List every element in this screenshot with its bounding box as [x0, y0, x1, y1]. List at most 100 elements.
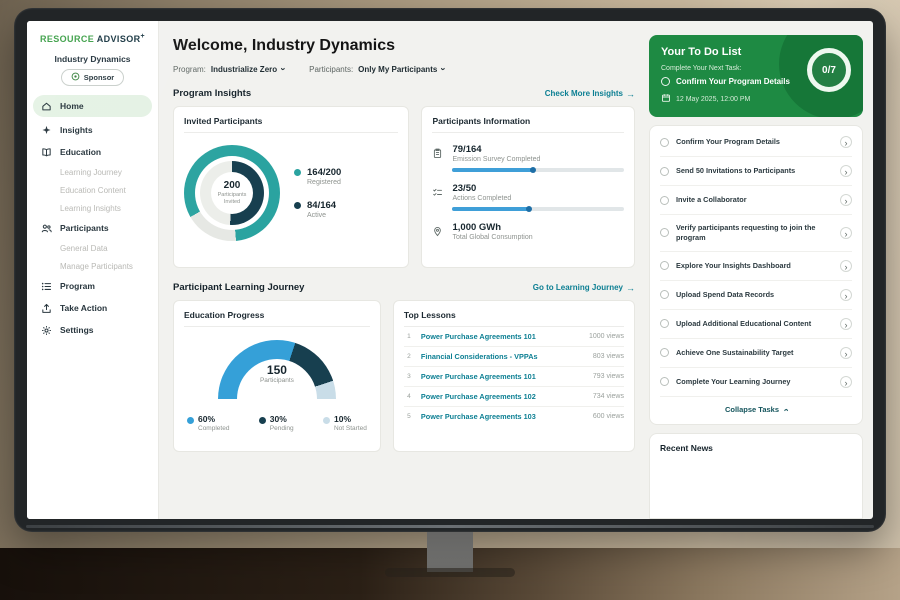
- todo-progress-ring: 0/7: [807, 48, 851, 92]
- survey-icon: [432, 146, 444, 172]
- home-icon: [41, 100, 53, 112]
- task-row[interactable]: Explore Your Insights Dashboard: [660, 252, 852, 281]
- collapse-tasks-link[interactable]: Collapse Tasks: [660, 397, 852, 422]
- sidebar-item-take-action[interactable]: Take Action: [27, 297, 158, 319]
- participants-label: Participants:: [309, 65, 353, 74]
- program-insights-header: Program Insights Check More Insights: [173, 88, 635, 99]
- task-row[interactable]: Verify participants requesting to join t…: [660, 215, 852, 252]
- lesson-link[interactable]: Power Purchase Agreements 103: [421, 412, 586, 421]
- education-progress-card: Education Progress 150 Participants 60: [173, 300, 381, 452]
- sidebar-item-learning-journey[interactable]: Learning Journey: [27, 163, 158, 181]
- checkbox[interactable]: [660, 167, 669, 176]
- checkbox[interactable]: [660, 319, 669, 328]
- lesson-views: 1000 views: [589, 333, 624, 340]
- task-label: Confirm Your Program Details: [676, 137, 833, 147]
- lesson-rank: 5: [404, 413, 414, 420]
- chevron-right-icon[interactable]: [840, 260, 852, 272]
- chevron-right-icon[interactable]: [840, 227, 852, 239]
- sidebar-item-manage-participants[interactable]: Manage Participants: [27, 257, 158, 275]
- progress-fill: [452, 207, 531, 211]
- app-logo: RESOURCE ADVISOR+: [27, 33, 158, 44]
- task-row[interactable]: Upload Spend Data Records: [660, 281, 852, 310]
- sponsor-icon: [71, 72, 80, 83]
- chevron-right-icon[interactable]: [840, 376, 852, 388]
- chevron-right-icon[interactable]: [840, 289, 852, 301]
- sidebar-item-education[interactable]: Education: [27, 141, 158, 163]
- chevron-right-icon[interactable]: [840, 165, 852, 177]
- lesson-row: 3 Power Purchase Agreements 101 793 view…: [404, 367, 624, 387]
- link-label: Go to Learning Journey: [533, 283, 623, 292]
- invited-donut: 200 Participants Invited: [184, 145, 280, 241]
- participants-dropdown[interactable]: Participants: Only My Participants: [309, 64, 445, 74]
- task-label: Complete Your Learning Journey: [676, 377, 833, 387]
- chevron-up-icon: [784, 405, 787, 415]
- task-label: Invite a Collaborator: [676, 195, 833, 205]
- checkbox[interactable]: [660, 138, 669, 147]
- task-row[interactable]: Upload Additional Educational Content: [660, 310, 852, 339]
- checkbox[interactable]: [660, 228, 669, 237]
- checkbox[interactable]: [660, 290, 669, 299]
- participants-value: Only My Participants: [358, 65, 437, 74]
- legend-item-active: 84/164 Active: [294, 200, 341, 219]
- lesson-link[interactable]: Power Purchase Agreements 101: [421, 332, 582, 341]
- sidebar-item-general-data[interactable]: General Data: [27, 239, 158, 257]
- sponsor-badge[interactable]: Sponsor: [61, 69, 124, 86]
- task-row[interactable]: Send 50 Invitations to Participants: [660, 157, 852, 186]
- sidebar-item-insights[interactable]: Insights: [27, 119, 158, 141]
- info-row-actions: 23/50 Actions Completed: [432, 183, 624, 211]
- checkbox[interactable]: [660, 348, 669, 357]
- lesson-link[interactable]: Power Purchase Agreements 102: [421, 392, 586, 401]
- lesson-row: 4 Power Purchase Agreements 102 734 view…: [404, 387, 624, 407]
- sidebar-item-home[interactable]: Home: [33, 95, 152, 117]
- education-legend: 60% Completed 30% Pending 10% Not Starte…: [184, 414, 370, 432]
- education-gauge-wrap: 150 Participants: [218, 340, 336, 399]
- task-row[interactable]: Confirm Your Program Details: [660, 128, 852, 157]
- program-dropdown[interactable]: Program: Industrialize Zero: [173, 64, 285, 74]
- todo-next-task[interactable]: Confirm Your Program Details: [661, 77, 811, 86]
- insights-icon: [41, 124, 53, 136]
- monitor-stand-base: [385, 568, 515, 577]
- recent-news-title: Recent News: [660, 443, 852, 453]
- legend-value: 10%: [334, 414, 351, 424]
- task-list-card: Confirm Your Program Details Send 50 Inv…: [649, 125, 863, 425]
- sidebar-item-settings[interactable]: Settings: [27, 319, 158, 341]
- chevron-right-icon[interactable]: [840, 318, 852, 330]
- checkbox[interactable]: [660, 261, 669, 270]
- info-row-consumption: 1,000 GWh Total Global Consumption: [432, 222, 624, 242]
- check-more-insights-link[interactable]: Check More Insights: [545, 89, 635, 99]
- lesson-views: 734 views: [593, 393, 624, 400]
- chevron-down-icon: [282, 64, 285, 74]
- main-content: Welcome, Industry Dynamics Program: Indu…: [159, 21, 647, 519]
- lesson-row: 2 Financial Considerations - VPPAs 803 v…: [404, 347, 624, 367]
- sidebar-item-program[interactable]: Program: [27, 275, 158, 297]
- education-icon: [41, 146, 53, 158]
- take-action-icon: [41, 302, 53, 314]
- sidebar-item-participants[interactable]: Participants: [27, 217, 158, 239]
- go-to-learning-journey-link[interactable]: Go to Learning Journey: [533, 283, 635, 293]
- lesson-link[interactable]: Power Purchase Agreements 101: [421, 372, 586, 381]
- card-title: Top Lessons: [404, 310, 624, 327]
- gauge-value: 150: [218, 363, 336, 377]
- checkbox[interactable]: [660, 196, 669, 205]
- checkbox[interactable]: [660, 377, 669, 386]
- consumption-icon: [432, 224, 444, 242]
- checkbox[interactable]: [661, 77, 670, 86]
- sidebar-item-learning-insights[interactable]: Learning Insights: [27, 199, 158, 217]
- page-title: Welcome, Industry Dynamics: [173, 37, 635, 55]
- task-row[interactable]: Achieve One Sustainability Target: [660, 339, 852, 368]
- task-row[interactable]: Complete Your Learning Journey: [660, 368, 852, 397]
- program-icon: [41, 280, 53, 292]
- participants-icon: [41, 222, 53, 234]
- task-label: Send 50 Invitations to Participants: [676, 166, 833, 176]
- logo-text-resource: RESOURCE: [40, 34, 94, 44]
- legend-dot: [294, 202, 301, 209]
- lesson-row: 5 Power Purchase Agreements 103 600 view…: [404, 407, 624, 426]
- chevron-right-icon[interactable]: [840, 194, 852, 206]
- task-row[interactable]: Invite a Collaborator: [660, 186, 852, 215]
- lesson-row: 1 Power Purchase Agreements 101 1000 vie…: [404, 327, 624, 347]
- chevron-right-icon[interactable]: [840, 136, 852, 148]
- sidebar-item-education-content[interactable]: Education Content: [27, 181, 158, 199]
- chevron-right-icon[interactable]: [840, 347, 852, 359]
- lesson-link[interactable]: Financial Considerations - VPPAs: [421, 352, 586, 361]
- legend-item-registered: 164/200 Registered: [294, 167, 341, 186]
